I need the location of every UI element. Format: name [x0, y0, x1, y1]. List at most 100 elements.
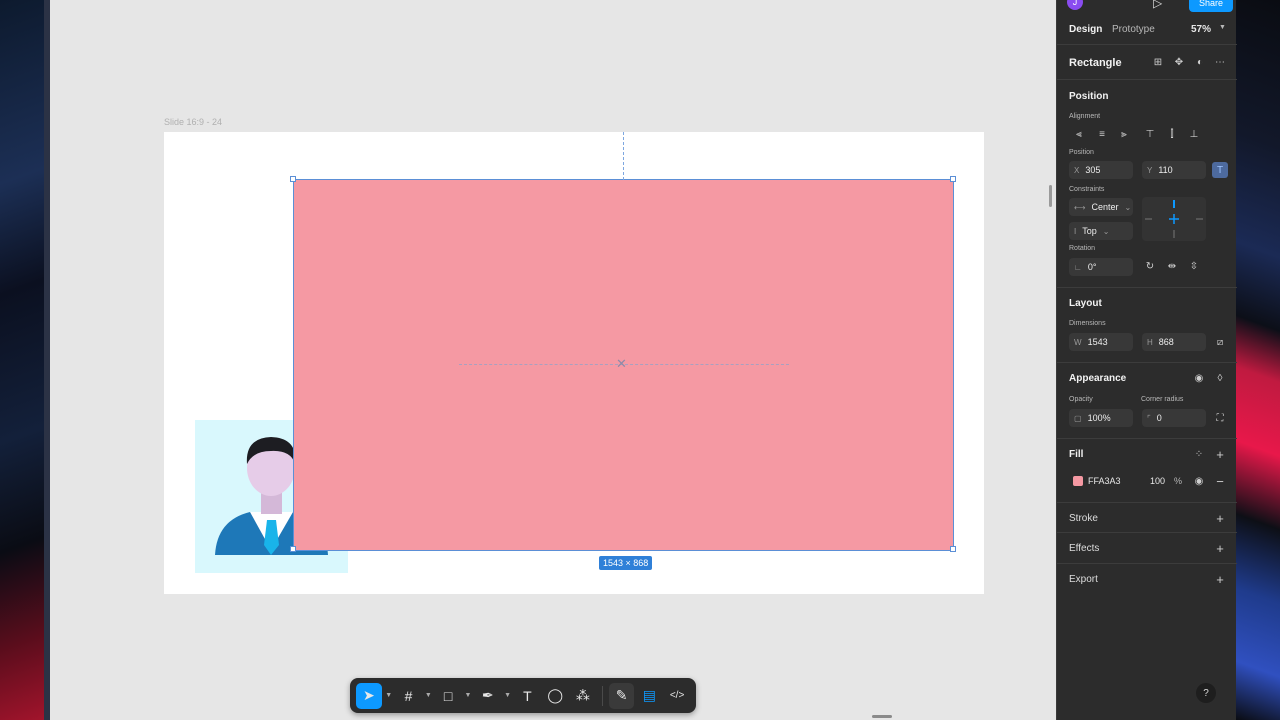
align-bottom-icon[interactable]: ⊥: [1186, 126, 1202, 142]
flip-vertical-icon[interactable]: ⇳: [1186, 258, 1202, 274]
resize-handle-bottom-right[interactable]: [950, 546, 956, 552]
remove-fill-icon[interactable]: −: [1212, 473, 1228, 489]
fill-hex-value[interactable]: FFA3A3: [1088, 476, 1121, 486]
constraints-label: Constraints: [1069, 186, 1105, 193]
fill-color-swatch[interactable]: [1073, 476, 1083, 486]
width-value: 1543: [1087, 337, 1108, 347]
constraint-vertical-select[interactable]: Ι Top ⌄: [1069, 222, 1133, 240]
chevron-down-icon: ⌄: [1102, 226, 1110, 236]
effects-section-title: Effects: [1069, 543, 1100, 554]
rotation-value: 0°: [1087, 262, 1097, 272]
divider: [1057, 44, 1237, 45]
chevron-down-icon[interactable]: ▼: [384, 683, 394, 709]
fill-opacity-value[interactable]: 100: [1150, 476, 1165, 486]
constraint-widget[interactable]: [1142, 197, 1206, 241]
frame-label[interactable]: Slide 16:9 - 24: [164, 117, 222, 127]
resize-handle-top-right[interactable]: [950, 176, 956, 182]
chevron-down-icon[interactable]: ▼: [1219, 24, 1226, 31]
zoom-level[interactable]: 57%: [1191, 24, 1211, 35]
properties-panel: J ▷ Share Design Prototype 57% ▼ Rectang…: [1056, 0, 1237, 720]
eye-icon[interactable]: ◉: [1191, 370, 1207, 386]
chevron-down-icon[interactable]: ▼: [463, 683, 473, 709]
resize-to-fit-icon[interactable]: ⧄: [1212, 334, 1228, 350]
tab-design[interactable]: Design: [1069, 24, 1102, 35]
size-badge: 1543 × 868: [599, 556, 653, 570]
align-top-icon[interactable]: ⊤: [1142, 126, 1158, 142]
chevron-down-icon[interactable]: ▼: [423, 683, 433, 709]
frame-tool-icon[interactable]: #: [396, 683, 422, 709]
comment-tool-icon[interactable]: ◯: [542, 683, 568, 709]
vertical-scrollbar[interactable]: [1049, 185, 1052, 207]
add-fill-icon[interactable]: +: [1212, 446, 1228, 462]
corner-radius-icon: ⌜: [1147, 413, 1151, 423]
rectangle-tool-icon[interactable]: □: [435, 683, 461, 709]
align-center-v-icon[interactable]: ⫿: [1164, 126, 1180, 142]
grid-icon[interactable]: ⊞: [1150, 54, 1166, 70]
desktop-wallpaper-left: [0, 0, 50, 720]
horizontal-scrollbar[interactable]: [872, 715, 892, 718]
constraint-diagram-icon: [1145, 200, 1203, 238]
move-tool-icon[interactable]: ➤: [356, 682, 382, 709]
export-section-title: Export: [1069, 574, 1098, 585]
more-icon[interactable]: ⋯: [1212, 54, 1228, 70]
opacity-field[interactable]: ▢ 100%: [1069, 409, 1133, 427]
text-constraint-icon[interactable]: T: [1212, 162, 1228, 178]
divider: [1057, 438, 1237, 439]
appearance-section-title: Appearance: [1069, 373, 1127, 384]
divider: [1057, 79, 1237, 80]
mask-icon[interactable]: ◐: [1192, 54, 1208, 70]
divider: [1057, 532, 1237, 533]
flip-horizontal-icon[interactable]: ⇹: [1164, 258, 1180, 274]
w-prefix: W: [1074, 337, 1082, 347]
dev-mode-icon[interactable]: </>: [664, 683, 690, 709]
stroke-section-title: Stroke: [1069, 513, 1098, 524]
drop-icon[interactable]: ◊: [1212, 370, 1228, 386]
constraint-horizontal-value: Center: [1091, 202, 1119, 212]
add-export-icon[interactable]: +: [1212, 571, 1228, 587]
help-button[interactable]: ?: [1196, 683, 1216, 703]
text-tool-icon[interactable]: T: [515, 683, 541, 709]
position-label: Position: [1069, 149, 1094, 156]
width-field[interactable]: W 1543: [1069, 333, 1133, 351]
rotate-icon[interactable]: ↻: [1142, 258, 1158, 274]
add-stroke-icon[interactable]: +: [1212, 510, 1228, 526]
add-effect-icon[interactable]: +: [1212, 540, 1228, 556]
y-field[interactable]: Y 110: [1142, 161, 1206, 179]
share-button[interactable]: Share: [1189, 0, 1233, 12]
h-prefix: H: [1147, 337, 1153, 347]
divider: [1057, 287, 1237, 288]
corner-radius-field[interactable]: ⌜ 0: [1142, 409, 1206, 427]
rotation-label: Rotation: [1069, 245, 1096, 252]
center-cross-icon: ✕: [616, 356, 627, 371]
rotation-field[interactable]: ∟ 0°: [1069, 258, 1133, 276]
draw-mode-icon[interactable]: ✎: [608, 682, 635, 709]
user-avatar[interactable]: J: [1067, 0, 1083, 10]
vertical-constraint-icon: Ι: [1074, 226, 1077, 236]
desktop-wallpaper-right: [1236, 0, 1280, 720]
pen-tool-icon[interactable]: ✒: [475, 683, 501, 709]
independent-corners-icon[interactable]: ⛶: [1212, 410, 1228, 426]
align-right-icon[interactable]: ⫸: [1116, 126, 1132, 142]
fill-section-title: Fill: [1069, 449, 1084, 460]
align-left-icon[interactable]: ⫷: [1071, 126, 1087, 142]
divider: [1057, 502, 1237, 503]
design-mode-icon[interactable]: ▤: [636, 683, 662, 709]
align-center-h-icon[interactable]: ≡: [1094, 126, 1110, 142]
resize-handle-bottom-left[interactable]: [290, 546, 296, 552]
design-canvas[interactable]: Slide 16:9 - 24 ✕ 1543 × 868 ➤ ▼ # ▼ □ ▼…: [50, 0, 1056, 720]
divider: [1057, 362, 1237, 363]
chevron-down-icon[interactable]: ▼: [503, 683, 513, 709]
component-icon[interactable]: ✥: [1171, 54, 1187, 70]
styles-icon[interactable]: ⁘: [1191, 446, 1207, 462]
fill-visibility-eye-icon[interactable]: ◉: [1191, 473, 1207, 489]
actions-tool-icon[interactable]: ⁂: [570, 683, 596, 709]
chevron-down-icon: ⌄: [1124, 202, 1132, 212]
constraint-horizontal-select[interactable]: ⟷ Center ⌄: [1069, 198, 1133, 216]
height-field[interactable]: H 868: [1142, 333, 1206, 351]
resize-handle-top-left[interactable]: [290, 176, 296, 182]
vertical-guide: [623, 132, 624, 180]
play-icon[interactable]: ▷: [1153, 0, 1162, 10]
x-field[interactable]: X 305: [1069, 161, 1133, 179]
tab-prototype[interactable]: Prototype: [1112, 24, 1155, 35]
alignment-label: Alignment: [1069, 113, 1101, 120]
